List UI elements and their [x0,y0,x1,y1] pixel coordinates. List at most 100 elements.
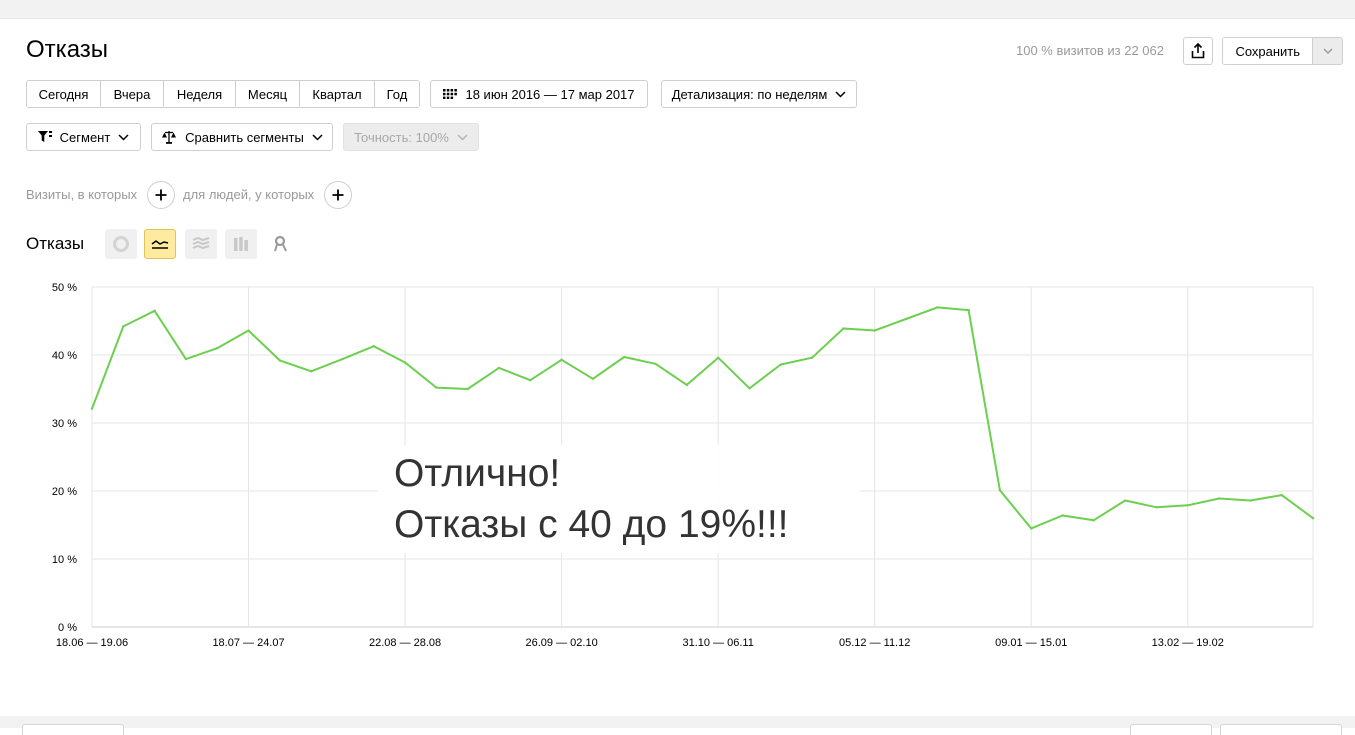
period-today-button[interactable]: Сегодня [27,81,101,107]
x-tick-label: 18.06 — 19.06 [56,637,128,649]
share-button[interactable] [1183,37,1213,65]
date-range-button[interactable]: 18 июн 2016 — 17 мар 2017 [430,80,648,108]
y-tick-label: 20 % [52,486,77,498]
line-icon [151,238,169,250]
y-tick-label: 50 % [52,282,77,294]
data-point [341,357,344,361]
data-point [685,383,689,387]
accuracy-label: Точность: 100% [354,129,449,145]
chevron-down-icon [1323,48,1333,54]
period-selector: Сегодня Вчера Неделя Месяц Квартал Год [26,80,420,108]
chart-type-line-button[interactable] [144,229,176,259]
data-point [497,366,501,370]
chevron-down-icon [312,133,323,141]
accuracy-dropdown[interactable]: Точность: 100% [343,123,479,151]
top-strip [0,0,1355,19]
period-quarter-button[interactable]: Квартал [300,81,375,107]
add-visits-condition-button[interactable] [147,181,175,209]
bar-icon [233,236,249,252]
data-point [716,356,720,359]
x-tick-label: 26.09 — 02.10 [526,637,598,649]
data-point [873,329,876,332]
data-point [998,489,1002,492]
page-title: Отказы [26,36,109,63]
people-filter-label: для людей, у которых [183,187,315,202]
x-tick-label: 22.08 — 28.08 [369,637,441,649]
y-tick-label: 30 % [52,418,77,430]
visits-filter-label: Визиты, в которых [26,187,138,202]
detail-label: Детализация: по неделям [671,86,828,102]
segment-label: Сегмент [59,129,111,145]
y-tick-label: 0 % [58,622,77,634]
x-tick-label: 13.02 — 19.02 [1152,637,1224,649]
data-point [309,370,313,373]
chart-type-area-button[interactable] [185,229,217,259]
chevron-down-icon [118,133,129,141]
filter-icon [37,131,52,143]
data-point [810,356,814,359]
data-point [184,357,188,361]
data-point [1061,514,1064,517]
data-point [90,407,94,410]
save-button[interactable]: Сохранить [1223,38,1313,64]
data-point [247,329,250,332]
area-icon [192,237,210,251]
data-point [1155,506,1158,509]
data-point [842,327,845,330]
scales-icon [161,130,177,144]
pie-icon [113,236,129,252]
data-point [1030,527,1033,530]
chart-type-bar-button[interactable] [225,229,257,259]
data-point [967,308,970,312]
y-tick-label: 10 % [52,554,77,566]
chevron-down-icon [835,90,846,98]
data-point [1249,499,1252,502]
data-point [1217,497,1221,500]
save-menu-button[interactable] [1312,38,1342,64]
share-icon [1191,43,1205,59]
chart-type-map-button[interactable] [265,229,297,259]
period-yesterday-button[interactable]: Вчера [101,81,164,107]
data-point [529,378,532,382]
compare-segments-dropdown[interactable]: Сравнить сегменты [151,123,333,151]
data-point [591,377,595,380]
data-point [372,344,375,348]
data-point [1092,519,1096,522]
data-point [216,347,219,350]
overlay-line-1: Отлично! [394,452,561,495]
visits-info: 100 % визитов из 22 062 [1015,43,1164,58]
data-point [560,358,563,361]
period-week-button[interactable]: Неделя [164,81,236,107]
save-group: Сохранить [1222,37,1343,65]
data-point [403,361,407,364]
data-point [466,387,469,391]
data-point [1123,499,1127,502]
data-point [435,386,438,389]
plus-icon [332,189,344,201]
y-tick-label: 40 % [52,350,77,362]
period-month-button[interactable]: Месяц [236,81,300,107]
add-people-condition-button[interactable] [324,181,352,209]
data-point [153,309,156,312]
data-point [1311,517,1315,520]
data-point [1280,493,1283,497]
map-icon [273,235,289,253]
data-point [904,317,908,321]
data-point [779,363,782,366]
segment-dropdown[interactable]: Сегмент [26,123,141,151]
period-year-button[interactable]: Год [375,81,419,107]
plus-icon [155,189,167,201]
chart-type-pie-button[interactable] [105,229,137,259]
data-point [623,355,626,359]
data-point [278,359,282,362]
data-point [122,325,125,328]
compare-segments-label: Сравнить сегменты [185,129,304,145]
calendar-icon [443,89,458,99]
data-point [1186,504,1189,507]
data-point [654,362,657,366]
overlay-line-2: Отказы с 40 до 19%!!! [394,503,789,546]
x-tick-label: 31.10 — 06.11 [682,637,753,649]
data-point [748,387,751,390]
detail-dropdown[interactable]: Детализация: по неделям [661,80,857,108]
chevron-down-icon [457,133,468,141]
